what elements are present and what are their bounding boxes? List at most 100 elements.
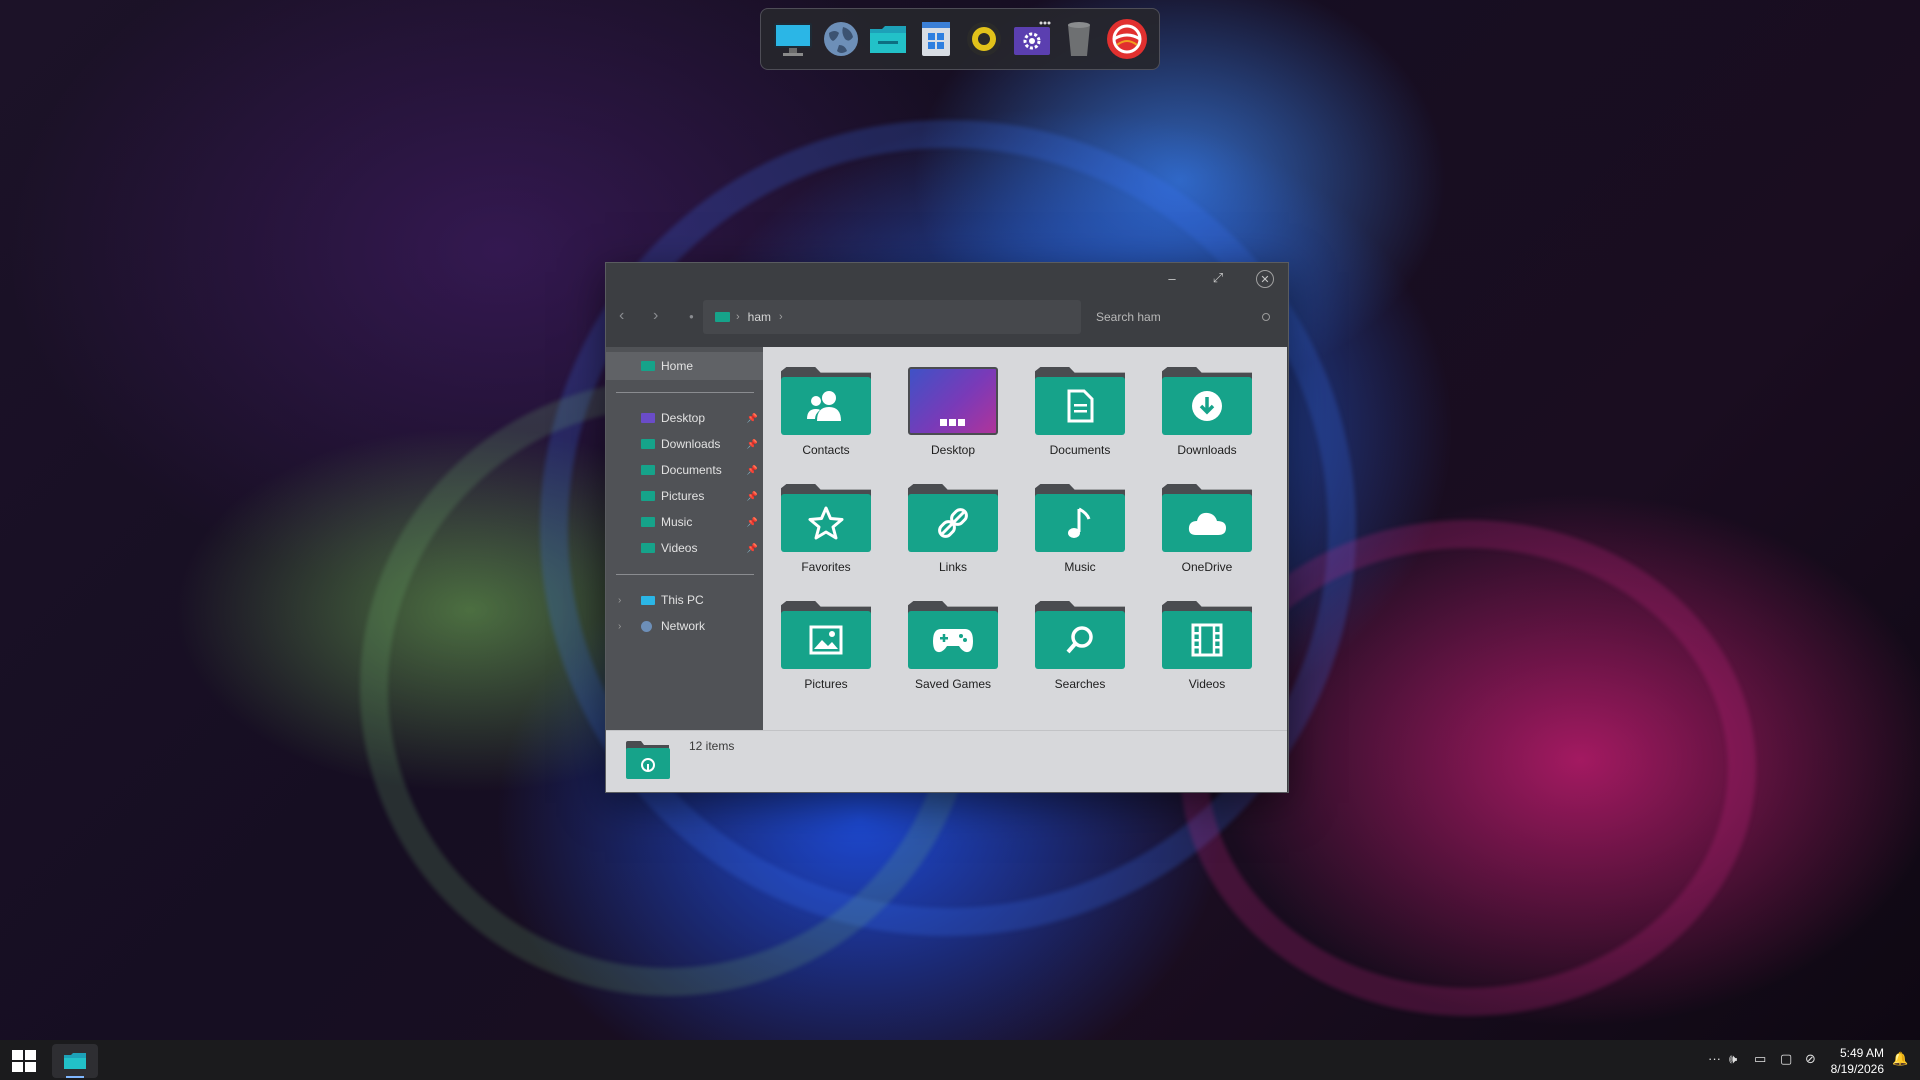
search-placeholder: Search ham	[1096, 310, 1161, 324]
sidebar-item-documents[interactable]: Documents 📌	[606, 456, 763, 484]
sidebar-item-network[interactable]: › Network	[606, 612, 763, 640]
settings-icon[interactable]	[1010, 17, 1054, 61]
file-explorer-icon[interactable]	[866, 17, 910, 61]
sidebar-item-home[interactable]: Home	[606, 352, 763, 380]
globe-icon[interactable]	[819, 17, 863, 61]
taskbar: ··· 🕪 ▭ ▢ ⊘ 5:49 AM 8/19/2026 🔔	[0, 1040, 1920, 1080]
sidebar-item-videos[interactable]: Videos 📌	[606, 534, 763, 562]
navigation-pane: Home Desktop 📌 Downloads 📌 Documents 📌 P…	[606, 347, 763, 730]
windows-store-icon[interactable]	[914, 17, 958, 61]
folder-item-contacts[interactable]: Contacts	[771, 365, 881, 475]
folder-icon	[641, 491, 655, 501]
folder-label: Contacts	[802, 443, 850, 457]
sidebar-item-pictures[interactable]: Pictures 📌	[606, 482, 763, 510]
search-icon[interactable]	[1262, 313, 1270, 321]
folder-content-area: Contacts Desktop Documents Downloads Fav…	[763, 347, 1287, 730]
folder-item-documents[interactable]: Documents	[1025, 365, 1135, 475]
breadcrumb-chevron-icon[interactable]: ›	[779, 311, 783, 323]
breadcrumb-ham[interactable]: ham	[748, 310, 771, 324]
volume-icon[interactable]: 🕪	[1729, 1051, 1737, 1067]
show-hidden-icons-icon[interactable]: ···	[1708, 1051, 1721, 1066]
folder-item-saved-games[interactable]: Saved Games	[898, 599, 1008, 709]
network-icon[interactable]: ⊘	[1805, 1051, 1816, 1067]
sidebar-item-desktop[interactable]: Desktop 📌	[606, 404, 763, 432]
sidebar-item-label: Home	[661, 359, 694, 373]
expand-chevron-icon[interactable]: ›	[618, 621, 621, 632]
search-icon	[1035, 611, 1125, 669]
sidebar-item-label: This PC	[661, 593, 704, 607]
expand-chevron-icon[interactable]: ›	[618, 595, 621, 606]
monitor-icon[interactable]	[771, 17, 815, 61]
sidebar-item-this-pc[interactable]: › This PC	[606, 586, 763, 614]
folder-graphic	[1162, 367, 1252, 435]
folder-item-links[interactable]: Links	[898, 482, 1008, 592]
speaker-icon[interactable]	[962, 17, 1006, 61]
address-bar[interactable]: › ham ›	[703, 300, 1081, 334]
folder-item-favorites[interactable]: Favorites	[771, 482, 881, 592]
clock-date: 8/19/2026	[1830, 1062, 1884, 1076]
desktop-icon	[908, 367, 998, 435]
folder-icon	[641, 517, 655, 527]
folder-graphic	[1035, 601, 1125, 669]
folder-graphic	[1035, 367, 1125, 435]
minimize-button[interactable]: –	[1161, 269, 1183, 287]
network-globe-icon	[641, 620, 652, 632]
folder-label: Downloads	[1177, 443, 1237, 457]
taskbar-file-explorer[interactable]	[52, 1044, 98, 1078]
display-icon[interactable]: ▢	[1780, 1051, 1792, 1067]
app-logo-icon[interactable]	[1105, 17, 1149, 61]
start-button[interactable]	[12, 1050, 36, 1072]
pin-icon: 📌	[746, 516, 758, 527]
folder-label: Music	[1064, 560, 1096, 574]
file-explorer-window: – ⤢ ✕ ‹ › ● › ham › Search ham Home Desk…	[605, 262, 1289, 793]
folder-label: Desktop	[930, 443, 976, 457]
recycle-bin-icon[interactable]	[1057, 17, 1101, 61]
sidebar-item-label: Pictures	[661, 489, 705, 503]
battery-icon[interactable]: ▭	[1754, 1051, 1766, 1067]
image-icon	[781, 611, 871, 669]
folder-item-onedrive[interactable]: OneDrive	[1152, 482, 1262, 592]
folder-item-pictures[interactable]: Pictures	[771, 599, 881, 709]
recent-locations-icon[interactable]: ●	[689, 312, 694, 321]
search-input[interactable]: Search ham	[1084, 300, 1284, 334]
star-icon	[781, 494, 871, 552]
user-folder-icon	[625, 741, 671, 779]
close-button[interactable]: ✕	[1256, 270, 1274, 288]
sidebar-item-label: Desktop	[661, 411, 706, 425]
file-explorer-icon	[64, 1053, 86, 1069]
contacts-icon	[781, 377, 871, 435]
sidebar-item-label: Documents	[661, 463, 722, 477]
back-arrow-icon[interactable]: ‹	[619, 307, 624, 325]
sidebar-divider	[616, 574, 754, 575]
breadcrumb-chevron-icon[interactable]: ›	[736, 311, 740, 323]
home-folder-icon	[641, 361, 655, 371]
folder-label: Saved Games	[914, 677, 992, 691]
sidebar-divider	[616, 392, 754, 393]
sidebar-item-label: Music	[661, 515, 693, 529]
folder-item-desktop[interactable]: Desktop	[898, 365, 1008, 475]
folder-item-searches[interactable]: Searches	[1025, 599, 1135, 709]
folder-icon	[641, 465, 655, 475]
pin-icon: 📌	[746, 438, 758, 449]
clock[interactable]: 5:49 AM 8/19/2026	[1831, 1045, 1884, 1077]
folder-graphic	[908, 484, 998, 552]
sidebar-item-music[interactable]: Music 📌	[606, 508, 763, 536]
navigation-toolbar: ‹ › ● › ham › Search ham	[606, 297, 1288, 337]
forward-arrow-icon[interactable]: ›	[653, 307, 658, 325]
folder-label: Links	[938, 560, 967, 574]
folder-item-music[interactable]: Music	[1025, 482, 1135, 592]
folder-icon	[641, 543, 655, 553]
cloud-icon	[1162, 494, 1252, 552]
notification-bell-icon[interactable]: 🔔	[1892, 1051, 1908, 1067]
folder-item-downloads[interactable]: Downloads	[1152, 365, 1262, 475]
maximize-button[interactable]: ⤢	[1207, 269, 1229, 287]
folder-label: Searches	[1054, 677, 1106, 691]
sidebar-item-label: Downloads	[661, 437, 721, 451]
folder-item-videos[interactable]: Videos	[1152, 599, 1262, 709]
sidebar-item-downloads[interactable]: Downloads 📌	[606, 430, 763, 458]
clock-time: 5:49 AM	[1839, 1046, 1884, 1060]
computer-icon	[641, 595, 655, 605]
windows-logo-icon	[12, 1050, 23, 1060]
folder-graphic	[781, 484, 871, 552]
title-bar[interactable]: – ⤢ ✕	[606, 263, 1288, 293]
